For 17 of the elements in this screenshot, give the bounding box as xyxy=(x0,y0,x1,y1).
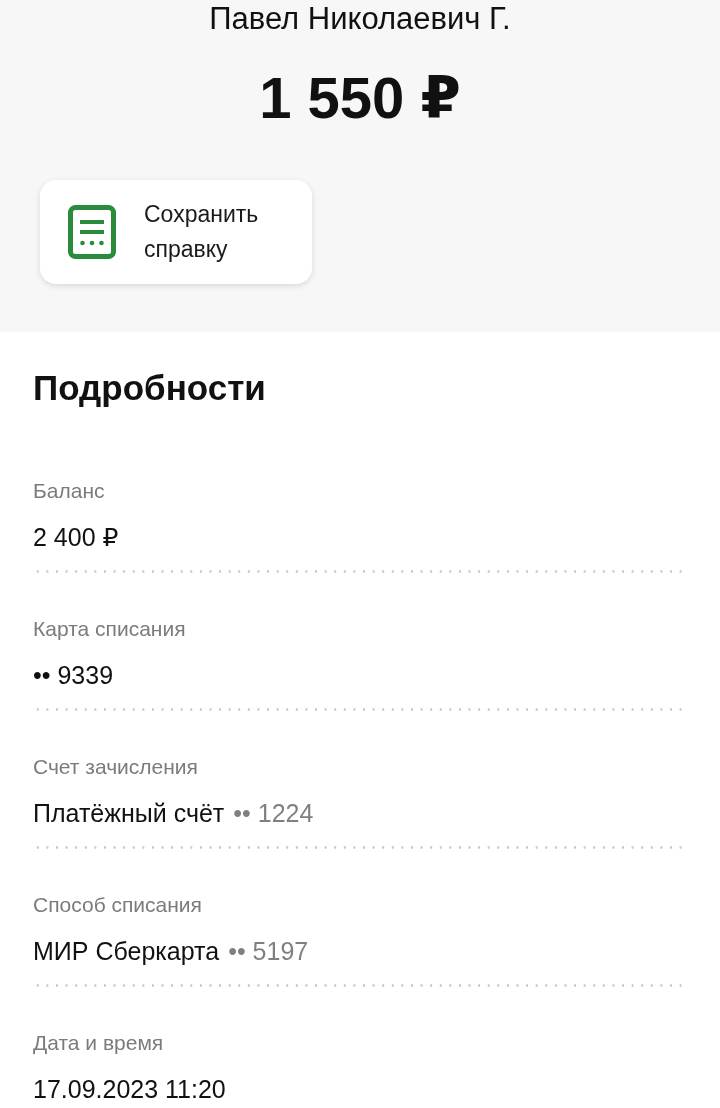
field-label: Карта списания xyxy=(33,616,187,642)
field-value: Платёжный счёт xyxy=(33,798,225,829)
field-value: МИР Сберкарта xyxy=(33,936,220,967)
field-value: 2 400 ₽ xyxy=(33,522,119,553)
section-title: Подробности xyxy=(33,368,267,408)
document-icon xyxy=(68,205,116,259)
field-label: Дата и время xyxy=(33,1030,165,1056)
field-label: Счет зачисления xyxy=(33,754,199,780)
save-receipt-button[interactable]: Сохранить справку xyxy=(40,180,312,284)
payment-amount: 1 550 ₽ xyxy=(259,64,461,132)
masked-number: •• 5197 xyxy=(228,936,309,967)
recipient-name: Павел Николаевич Г. xyxy=(209,0,511,38)
masked-number: •• 1224 xyxy=(233,798,314,829)
field-label: Баланс xyxy=(33,478,106,504)
field-label: Способ списания xyxy=(33,892,203,918)
field-value: 17.09.2023 11:20 xyxy=(33,1074,226,1105)
field-value: •• 9339 xyxy=(33,660,114,691)
